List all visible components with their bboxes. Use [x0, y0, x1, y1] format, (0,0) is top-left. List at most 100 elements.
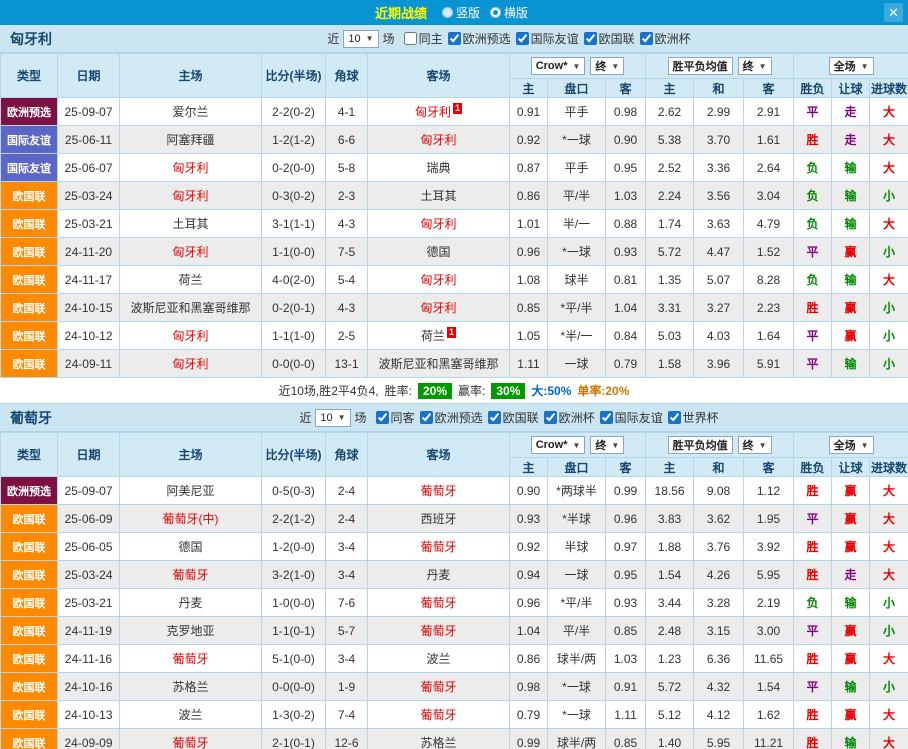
filter-checkbox[interactable]: 欧国联 [488, 409, 539, 426]
final-select-handicap[interactable]: 终 ▼ [590, 57, 624, 75]
matches-label: 场 [383, 30, 395, 47]
home-handicap-odds: 0.92 [510, 533, 548, 561]
competition-checkbox[interactable] [640, 32, 653, 45]
home-team-link[interactable]: 克罗地亚 [120, 617, 262, 645]
home-handicap-odds: 0.87 [510, 154, 548, 182]
home-team-link[interactable]: 匈牙利 [120, 182, 262, 210]
company-select[interactable]: Crow* ▼ [531, 57, 586, 75]
home-team-link[interactable]: 葡萄牙 [120, 561, 262, 589]
column-header-handicap: 盘口 [548, 458, 606, 477]
odds-average-select[interactable]: 胜平负均值 [668, 57, 733, 75]
home-team-link[interactable]: 葡萄牙 [120, 729, 262, 749]
home-handicap-odds: 0.79 [510, 701, 548, 729]
home-team-link[interactable]: 葡萄牙 [120, 645, 262, 673]
home-team-link[interactable]: 阿塞拜疆 [120, 126, 262, 154]
fulltime-select[interactable]: 全场 ▼ [829, 57, 874, 75]
home-team-link[interactable]: 苏格兰 [120, 673, 262, 701]
away-team-link[interactable]: 波斯尼亚和黑塞哥维那 [368, 350, 510, 378]
odds-average-controls: 胜平负均值 终 ▼ [646, 54, 794, 79]
team-name: 匈牙利 [0, 29, 110, 49]
competition-checkbox[interactable] [488, 411, 501, 424]
win-odds: 2.24 [646, 182, 694, 210]
company-select[interactable]: Crow* ▼ [531, 436, 586, 454]
away-team-link[interactable]: 葡萄牙 [368, 589, 510, 617]
home-team-link[interactable]: 匈牙利 [120, 350, 262, 378]
home-team-link[interactable]: 德国 [120, 533, 262, 561]
home-team-link[interactable]: 荷兰 [120, 266, 262, 294]
filter-checkbox[interactable]: 国际友谊 [600, 409, 663, 426]
competition-checkbox[interactable] [584, 32, 597, 45]
results-body: 欧洲预选 25-09-07 阿美尼亚 0-5(0-3) 2-4 葡萄牙 0.90… [1, 477, 908, 749]
home-team-link[interactable]: 丹麦 [120, 589, 262, 617]
filter-checkbox[interactable]: 欧洲预选 [420, 409, 483, 426]
competition-checkbox[interactable] [404, 32, 417, 45]
away-team-link[interactable]: 匈牙利 [368, 126, 510, 154]
handicap-result: 赢 [832, 238, 870, 266]
away-team-link[interactable]: 苏格兰 [368, 729, 510, 749]
away-team-link[interactable]: 荷兰1 [368, 322, 510, 350]
competition-checkbox[interactable] [376, 411, 389, 424]
away-team-link[interactable]: 葡萄牙 [368, 477, 510, 505]
filter-checkbox[interactable]: 同主 [404, 30, 443, 47]
home-team-link[interactable]: 波兰 [120, 701, 262, 729]
competition-checkbox[interactable] [448, 32, 461, 45]
away-team-link[interactable]: 葡萄牙 [368, 533, 510, 561]
close-button[interactable]: ✕ [884, 3, 903, 22]
win-odds: 1.35 [646, 266, 694, 294]
away-team-link[interactable]: 德国 [368, 238, 510, 266]
score: 1-1(1-0) [262, 322, 326, 350]
odds-average-select[interactable]: 胜平负均值 [668, 436, 733, 454]
away-team-link[interactable]: 匈牙利 [368, 266, 510, 294]
final-select-1x2[interactable]: 终 ▼ [738, 57, 772, 75]
away-team-link[interactable]: 匈牙利 [368, 294, 510, 322]
competition-checkbox[interactable] [668, 411, 681, 424]
home-team-link[interactable]: 土耳其 [120, 210, 262, 238]
away-team-link[interactable]: 匈牙利 [368, 210, 510, 238]
corner-score: 5-7 [326, 617, 368, 645]
competition-checkbox[interactable] [420, 411, 433, 424]
home-team-link[interactable]: 匈牙利 [120, 154, 262, 182]
away-team-link[interactable]: 葡萄牙 [368, 701, 510, 729]
match-row: 欧国联 24-11-19 克罗地亚 1-1(0-1) 5-7 葡萄牙 1.04 … [1, 617, 908, 645]
radio-vertical-layout[interactable]: 竖版 [442, 4, 480, 21]
final-select-handicap[interactable]: 终 ▼ [590, 436, 624, 454]
filter-checkbox[interactable]: 世界杯 [668, 409, 719, 426]
handicap-result: 赢 [832, 617, 870, 645]
away-team-link[interactable]: 瑞典 [368, 154, 510, 182]
home-team-link[interactable]: 爱尔兰 [120, 98, 262, 126]
match-type-badge: 欧洲预选 [1, 98, 58, 126]
away-team-link[interactable]: 波兰 [368, 645, 510, 673]
home-team-link[interactable]: 匈牙利 [120, 322, 262, 350]
competition-checkbox[interactable] [516, 32, 529, 45]
home-team-link[interactable]: 阿美尼亚 [120, 477, 262, 505]
column-header-home-odds: 主 [510, 458, 548, 477]
home-team-link[interactable]: 波斯尼亚和黑塞哥维那 [120, 294, 262, 322]
filter-checkbox[interactable]: 欧国联 [584, 30, 635, 47]
competition-checkbox[interactable] [544, 411, 557, 424]
fulltime-select[interactable]: 全场 ▼ [829, 436, 874, 454]
filter-checkbox[interactable]: 欧洲杯 [640, 30, 691, 47]
recent-count-select[interactable]: 10 ▼ [315, 409, 350, 427]
away-team-link[interactable]: 匈牙利1 [368, 98, 510, 126]
competition-checkbox[interactable] [600, 411, 613, 424]
filter-checkbox[interactable]: 同客 [376, 409, 415, 426]
filter-checkbox[interactable]: 欧洲预选 [448, 30, 511, 47]
away-team-link[interactable]: 葡萄牙 [368, 673, 510, 701]
home-team-link[interactable]: 葡萄牙(中) [120, 505, 262, 533]
radio-horizontal-layout[interactable]: 横版 [490, 4, 528, 21]
score: 3-2(1-0) [262, 561, 326, 589]
filter-checkbox[interactable]: 欧洲杯 [544, 409, 595, 426]
match-result: 胜 [794, 533, 832, 561]
away-team-link[interactable]: 西班牙 [368, 505, 510, 533]
home-team-link[interactable]: 匈牙利 [120, 238, 262, 266]
filter-checkbox[interactable]: 国际友谊 [516, 30, 579, 47]
away-team-link[interactable]: 丹麦 [368, 561, 510, 589]
column-header-date: 日期 [58, 433, 120, 477]
score: 0-0(0-0) [262, 673, 326, 701]
recent-count-select[interactable]: 10 ▼ [343, 30, 378, 48]
away-team-link[interactable]: 土耳其 [368, 182, 510, 210]
away-team-link[interactable]: 葡萄牙 [368, 617, 510, 645]
home-handicap-odds: 0.90 [510, 477, 548, 505]
handicap-result: 赢 [832, 533, 870, 561]
final-select-1x2[interactable]: 终 ▼ [738, 436, 772, 454]
